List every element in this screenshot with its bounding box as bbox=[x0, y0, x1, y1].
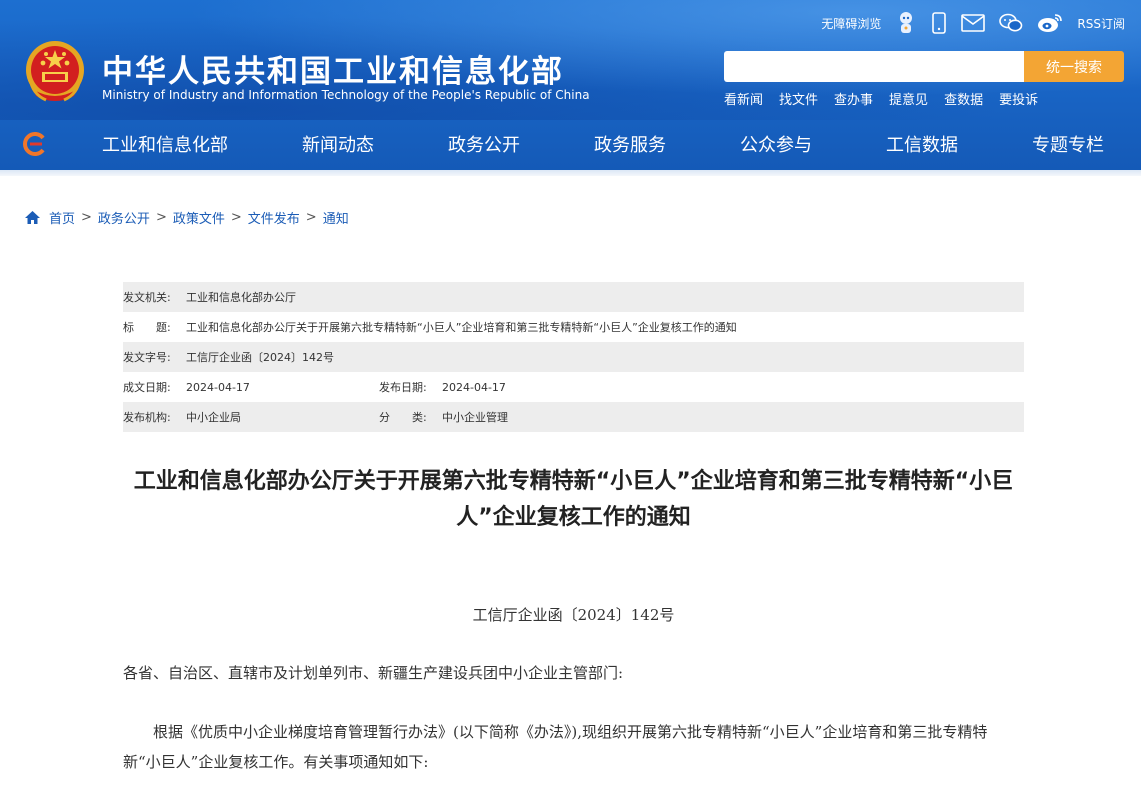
article-title: 工业和信息化部办公厅关于开展第六批专精特新“小巨人”企业培育和第三批专精特新“小… bbox=[133, 469, 1014, 530]
search-input[interactable] bbox=[724, 51, 1024, 82]
category-label: 分 类: bbox=[379, 411, 427, 424]
breadcrumb-separator: > bbox=[230, 210, 242, 225]
created-date-label: 成文日期: bbox=[123, 381, 171, 394]
home-icon bbox=[25, 211, 40, 224]
weibo-icon[interactable] bbox=[1037, 13, 1063, 33]
breadcrumb-notice[interactable]: 通知 bbox=[323, 208, 349, 227]
mobile-icon[interactable] bbox=[931, 12, 947, 34]
quick-link-complaint[interactable]: 要投诉 bbox=[999, 89, 1038, 108]
main-nav: 工业和信息化部 新闻动态 政务公开 政务服务 公众参与 工信数据 专题专栏 bbox=[0, 118, 1141, 170]
nav-item-gov-affairs[interactable]: 政务公开 bbox=[448, 131, 520, 157]
nav-item-public-participation[interactable]: 公众参与 bbox=[740, 131, 812, 157]
doc-number-label: 发文字号: bbox=[123, 351, 171, 364]
nav-item-special-topics[interactable]: 专题专栏 bbox=[1032, 131, 1104, 157]
national-emblem-icon[interactable] bbox=[24, 40, 86, 106]
rss-link[interactable]: RSS订阅 bbox=[1077, 15, 1125, 32]
info-row-title: 标 题: 工业和信息化部办公厅关于开展第六批专精特新“小巨人”企业培育和第三批专… bbox=[123, 312, 1024, 342]
nav-item-news[interactable]: 新闻动态 bbox=[302, 131, 374, 157]
info-row-org: 发布机构: 中小企业局 分 类: 中小企业管理 bbox=[123, 402, 1024, 432]
title-value: 工业和信息化部办公厅关于开展第六批专精特新“小巨人”企业培育和第三批专精特新“小… bbox=[186, 321, 737, 334]
wechat-icon[interactable] bbox=[999, 13, 1023, 33]
breadcrumb: 首页 > 政务公开 > 政策文件 > 文件发布 > 通知 bbox=[24, 208, 349, 227]
breadcrumb-gov-affairs[interactable]: 政务公开 bbox=[98, 208, 150, 227]
doc-number-value: 工信厅企业函〔2024〕142号 bbox=[186, 351, 334, 364]
quick-link-data[interactable]: 查数据 bbox=[944, 89, 983, 108]
breadcrumb-file-release[interactable]: 文件发布 bbox=[248, 208, 300, 227]
title-label: 标 题: bbox=[123, 321, 171, 334]
quick-link-files[interactable]: 找文件 bbox=[779, 89, 818, 108]
published-date-value: 2024-04-17 bbox=[442, 380, 506, 394]
nav-item-gov-services[interactable]: 政务服务 bbox=[594, 131, 666, 157]
breadcrumb-home[interactable]: 首页 bbox=[49, 208, 75, 227]
header-divider bbox=[0, 170, 1141, 176]
org-value: 中小企业局 bbox=[186, 411, 241, 424]
breadcrumb-policy-docs[interactable]: 政策文件 bbox=[173, 208, 225, 227]
article-doc-number: 工信厅企业函〔2024〕142号 bbox=[472, 606, 675, 624]
info-row-dates: 成文日期: 2024-04-17 发布日期: 2024-04-17 bbox=[123, 372, 1024, 402]
quick-link-services[interactable]: 查办事 bbox=[834, 89, 873, 108]
mail-icon[interactable] bbox=[961, 14, 986, 32]
breadcrumb-separator: > bbox=[305, 210, 317, 225]
nav-item-ministry[interactable]: 工业和信息化部 bbox=[102, 131, 228, 157]
robot-assistant-icon[interactable] bbox=[895, 10, 917, 36]
miit-logo-icon[interactable] bbox=[22, 131, 48, 157]
quick-link-feedback[interactable]: 提意见 bbox=[889, 89, 928, 108]
info-row-issuer: 发文机关: 工业和信息化部办公厅 bbox=[123, 282, 1024, 312]
created-date-value: 2024-04-17 bbox=[186, 380, 250, 394]
nav-item-data[interactable]: 工信数据 bbox=[886, 131, 958, 157]
search-button[interactable]: 统一搜索 bbox=[1024, 51, 1124, 82]
issuer-label: 发文机关: bbox=[123, 291, 171, 304]
site-subtitle-en: Ministry of Industry and Information Tec… bbox=[102, 88, 590, 102]
info-row-doc-number: 发文字号: 工信厅企业函〔2024〕142号 bbox=[123, 342, 1024, 372]
quick-links: 看新闻 找文件 查办事 提意见 查数据 要投诉 bbox=[724, 89, 1038, 108]
breadcrumb-separator: > bbox=[81, 210, 92, 225]
site-title[interactable]: 中华人民共和国工业和信息化部 bbox=[102, 46, 564, 91]
category-value: 中小企业管理 bbox=[442, 411, 508, 424]
org-label: 发布机构: bbox=[123, 411, 171, 424]
issuer-value: 工业和信息化部办公厅 bbox=[186, 291, 296, 304]
published-date-label: 发布日期: bbox=[379, 381, 427, 394]
quick-link-news[interactable]: 看新闻 bbox=[724, 89, 763, 108]
accessible-browse-link[interactable]: 无障碍浏览 bbox=[821, 15, 881, 32]
document-info-table: 发文机关: 工业和信息化部办公厅 标 题: 工业和信息化部办公厅关于开展第六批专… bbox=[123, 282, 1024, 432]
site-header: 中华人民共和国工业和信息化部 Ministry of Industry and … bbox=[0, 0, 1141, 176]
article-salutation: 各省、自治区、直辖市及计划单列市、新疆生产建设兵团中小企业主管部门: bbox=[123, 664, 624, 682]
breadcrumb-separator: > bbox=[155, 210, 167, 225]
top-toolbar: 无障碍浏览 RSS订阅 bbox=[821, 10, 1125, 36]
article-paragraph: 根据《优质中小企业梯度培育管理暂行办法》(以下简称《办法》),现组织开展第六批专… bbox=[123, 723, 988, 771]
